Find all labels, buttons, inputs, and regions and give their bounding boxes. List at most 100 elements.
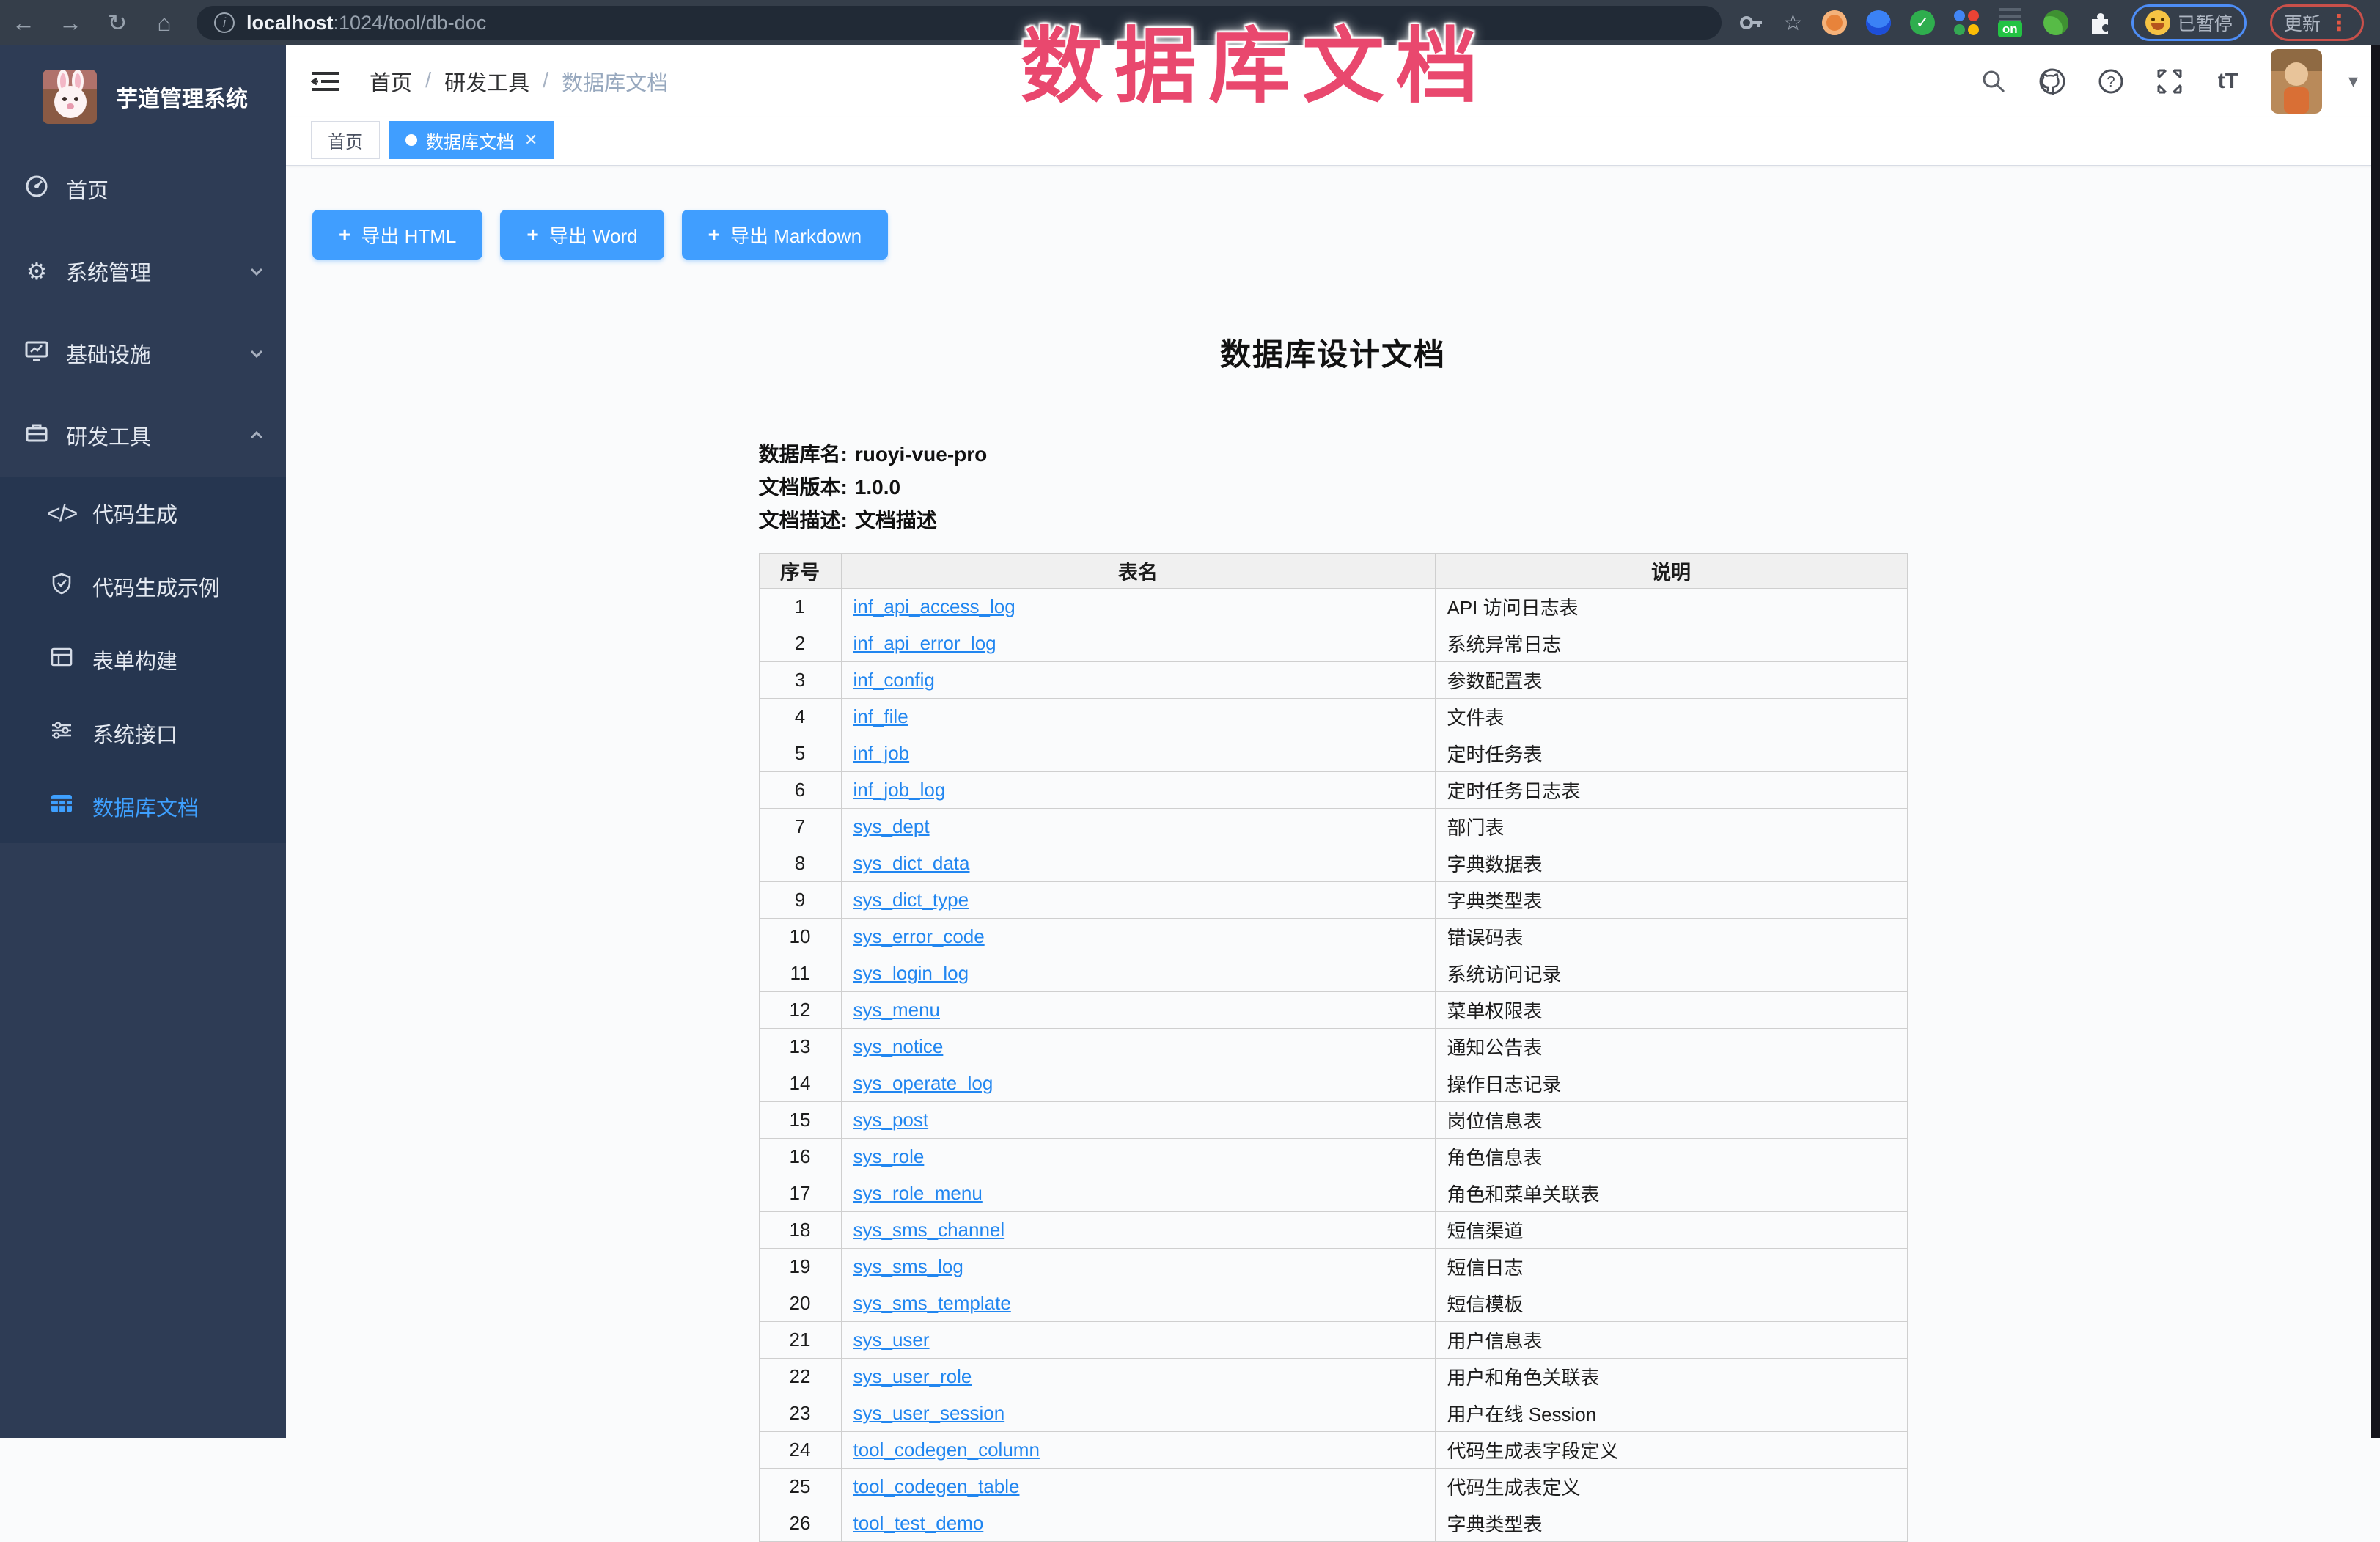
extension-icon-leaf[interactable] xyxy=(2043,10,2068,35)
monitor-icon xyxy=(22,338,51,369)
search-icon[interactable] xyxy=(1977,65,2010,98)
table-name-link[interactable]: sys_user xyxy=(853,1329,930,1351)
sidebar-item-codegen-demo[interactable]: 代码生成示例 xyxy=(0,550,286,623)
db-document: 数据库设计文档 数据库名:ruoyi-vue-pro 文档版本:1.0.0 文档… xyxy=(759,330,1934,1542)
table-name-link[interactable]: sys_dept xyxy=(853,815,930,837)
gear-icon: ⚙ xyxy=(22,257,51,285)
table-row: 18 sys_sms_channel 短信渠道 xyxy=(759,1212,1907,1249)
table-name-link[interactable]: tool_codegen_table xyxy=(853,1475,1020,1497)
table-name-link[interactable]: sys_role xyxy=(853,1145,925,1167)
table-row: 9 sys_dict_type 字典类型表 xyxy=(759,882,1907,919)
extension-icon-orange[interactable] xyxy=(1822,10,1847,35)
meta-line: 数据库名:ruoyi-vue-pro xyxy=(759,438,1908,471)
col-header-index: 序号 xyxy=(759,554,841,589)
site-info-icon[interactable]: i xyxy=(214,12,235,33)
table-desc: 用户和角色关联表 xyxy=(1435,1359,1907,1395)
browser-update-chip[interactable]: 更新 ⋮ xyxy=(2270,4,2364,41)
tab-db-doc[interactable]: 数据库文档 ✕ xyxy=(389,121,554,159)
table-row: 21 sys_user 用户信息表 xyxy=(759,1322,1907,1359)
table-name-link[interactable]: sys_error_code xyxy=(853,925,985,947)
export-word-button[interactable]: + 导出 Word xyxy=(500,210,664,260)
table-name-link[interactable]: sys_sms_channel xyxy=(853,1219,1005,1241)
breadcrumb-devtools[interactable]: 研发工具 xyxy=(444,66,529,97)
table-row: 6 inf_job_log 定时任务日志表 xyxy=(759,772,1907,809)
code-icon: </> xyxy=(47,500,76,527)
sidebar-item-system[interactable]: ⚙ 系统管理 xyxy=(0,230,286,312)
table-desc: 通知公告表 xyxy=(1435,1029,1907,1065)
table-name-link[interactable]: sys_notice xyxy=(853,1035,944,1057)
fullscreen-icon[interactable] xyxy=(2153,65,2186,98)
table-icon xyxy=(47,791,76,822)
table-desc: 定时任务日志表 xyxy=(1435,772,1907,809)
table-row: 11 sys_login_log 系统访问记录 xyxy=(759,955,1907,992)
home-icon[interactable]: ⌂ xyxy=(141,10,188,37)
table-name-link[interactable]: sys_sms_log xyxy=(853,1255,963,1277)
page-scrollbar[interactable] xyxy=(2371,45,2380,1438)
address-bar[interactable]: i localhost :1024/tool/db-doc xyxy=(197,6,1722,40)
table-row: 25 tool_codegen_table 代码生成表定义 xyxy=(759,1469,1907,1505)
help-icon[interactable]: ? xyxy=(2095,65,2127,98)
back-icon[interactable]: ← xyxy=(0,10,47,37)
github-icon[interactable] xyxy=(2036,65,2068,98)
extension-icon-pin[interactable] xyxy=(1866,10,1891,35)
form-icon xyxy=(47,645,76,675)
sidebar-item-api[interactable]: 系统接口 xyxy=(0,697,286,770)
breadcrumb-home[interactable]: 首页 xyxy=(370,66,412,97)
table-row: 3 inf_config 参数配置表 xyxy=(759,662,1907,699)
table-name-link[interactable]: inf_api_error_log xyxy=(853,632,996,654)
extension-icon-puzzle[interactable] xyxy=(2087,10,2112,35)
table-name-link[interactable]: inf_config xyxy=(853,669,935,691)
export-markdown-button[interactable]: + 导出 Markdown xyxy=(682,210,889,260)
svg-text:?: ? xyxy=(2107,74,2115,90)
font-size-icon[interactable]: tT xyxy=(2212,65,2244,98)
sidebar-item-devtools[interactable]: 研发工具 xyxy=(0,394,286,477)
sidebar-item-infra[interactable]: 基础设施 xyxy=(0,312,286,394)
key-icon[interactable] xyxy=(1738,10,1764,36)
sidebar-item-form-builder[interactable]: 表单构建 xyxy=(0,623,286,697)
table-name-link[interactable]: sys_operate_log xyxy=(853,1072,993,1094)
export-html-button[interactable]: + 导出 HTML xyxy=(312,210,482,260)
table-name-link[interactable]: sys_dict_data xyxy=(853,852,970,874)
devtools-submenu: </> 代码生成 代码生成示例 表单构建 系统接口 数据库文档 xyxy=(0,477,286,843)
annotation-overlay-title: 数据库文档 xyxy=(1021,0,1490,119)
table-name-link[interactable]: sys_role_menu xyxy=(853,1182,983,1204)
forward-icon[interactable]: → xyxy=(47,10,94,37)
table-row: 4 inf_file 文件表 xyxy=(759,699,1907,735)
table-name-link[interactable]: sys_dict_type xyxy=(853,889,969,911)
table-name-link[interactable]: inf_api_access_log xyxy=(853,595,1015,617)
user-menu-caret-icon[interactable]: ▾ xyxy=(2348,70,2358,92)
extension-icon-check[interactable]: ✓ xyxy=(1910,10,1935,35)
table-name-link[interactable]: inf_job xyxy=(853,742,910,764)
table-name-link[interactable]: tool_codegen_column xyxy=(853,1439,1040,1461)
sidebar-item-codegen[interactable]: </> 代码生成 xyxy=(0,477,286,550)
user-avatar[interactable] xyxy=(2271,49,2322,114)
extension-icon-grid[interactable] xyxy=(1954,10,1979,35)
table-name-link[interactable]: inf_file xyxy=(853,705,908,727)
plus-icon: + xyxy=(708,223,720,246)
table-name-link[interactable]: inf_job_log xyxy=(853,779,946,801)
extension-icon-stack-on[interactable]: on xyxy=(1998,8,2024,37)
collapse-sidebar-icon[interactable] xyxy=(311,70,340,92)
bookmark-star-icon[interactable]: ☆ xyxy=(1783,10,1803,36)
table-name-link[interactable]: sys_login_log xyxy=(853,962,969,984)
table-row: 22 sys_user_role 用户和角色关联表 xyxy=(759,1359,1907,1395)
sidebar-item-home[interactable]: 首页 xyxy=(0,148,286,230)
table-name-link[interactable]: sys_user_role xyxy=(853,1365,972,1387)
table-name-link[interactable]: sys_user_session xyxy=(853,1402,1005,1424)
table-row: 17 sys_role_menu 角色和菜单关联表 xyxy=(759,1175,1907,1212)
paused-label: 已暂停 xyxy=(2178,10,2233,36)
browser-menu-icon[interactable]: ⋮ xyxy=(2328,10,2350,36)
profile-paused-chip[interactable]: 已暂停 xyxy=(2131,4,2247,41)
tab-home[interactable]: 首页 xyxy=(311,121,380,159)
table-name-link[interactable]: tool_test_demo xyxy=(853,1512,984,1534)
app-title: 芋道管理系统 xyxy=(116,81,248,113)
url-path: :1024/tool/db-doc xyxy=(334,12,487,34)
reload-icon[interactable]: ↻ xyxy=(94,9,141,37)
export-toolbar: + 导出 HTML + 导出 Word + 导出 Markdown xyxy=(312,210,2380,260)
table-name-link[interactable]: sys_sms_template xyxy=(853,1292,1011,1314)
close-tab-icon[interactable]: ✕ xyxy=(524,131,537,150)
table-name-link[interactable]: sys_menu xyxy=(853,999,941,1021)
sidebar-item-db-doc[interactable]: 数据库文档 xyxy=(0,770,286,843)
plus-icon: + xyxy=(526,223,538,246)
table-name-link[interactable]: sys_post xyxy=(853,1109,929,1131)
